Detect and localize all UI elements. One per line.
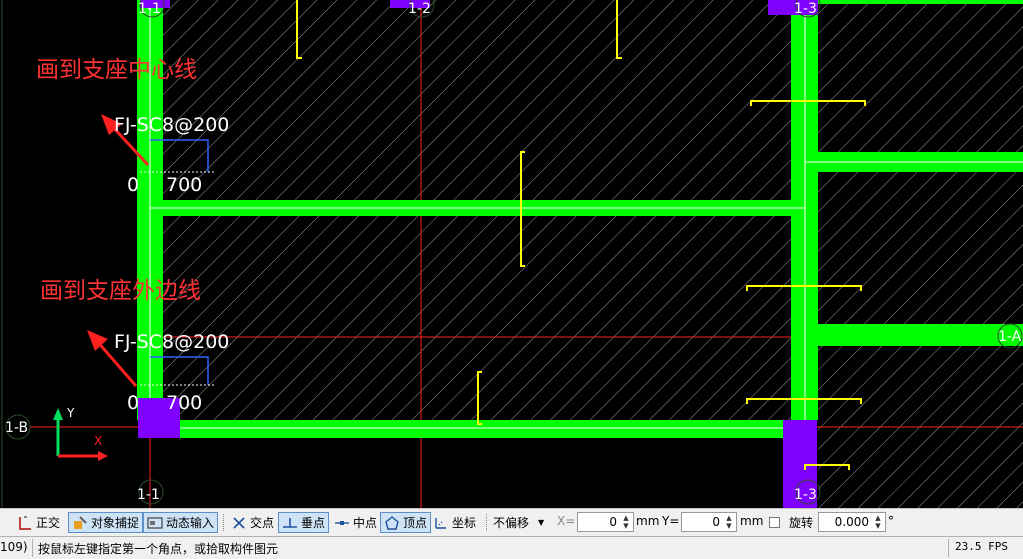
offset-mode-select[interactable]: 不偏移 ▼ [490,512,552,533]
osnap-icon [74,515,87,529]
svg-text:1-A: 1-A [998,329,1022,345]
perpendicular-icon [283,517,297,528]
rebar-dim-right-2: 700 [166,392,202,414]
svg-text:1-1: 1-1 [137,487,160,503]
ortho-label: 正交 [36,516,61,530]
osnap-label: 对象捕捉 [91,516,140,530]
beam-bottom-horizontal [163,420,785,438]
perpendicular-label: 垂点 [301,516,326,530]
rebar-dim-right-1: 700 [166,174,202,196]
dyn-input-label: 动态输入 [166,516,215,530]
status-fps: 23.5 FPS [955,540,1008,553]
rebar-label-1: FJ-SC8@200 [114,114,229,136]
svg-text:1-3: 1-3 [794,487,817,503]
x-spinner[interactable]: ▲ ▼ [620,514,632,530]
snap-toolbar: 正交 对象捕捉 动态输入 交点 垂点 中点 顶点 坐标 不偏移 ▼ X= 0 ▲… [0,508,1023,536]
rotate-spinner[interactable]: ▲ ▼ [872,514,884,530]
axis-bubble-1-b: 1-B [5,414,31,440]
slab-hatch-top-right [818,0,1023,152]
svg-text:X: X [94,434,102,448]
dyn-input-toggle[interactable]: 动态输入 [143,512,219,533]
coordinate-label: 坐标 [452,516,477,530]
rebar-label-2: FJ-SC8@200 [114,331,229,353]
rotate-input[interactable]: 0.000 ▲ ▼ [818,512,886,532]
y-unit: mm [740,514,764,528]
ortho-icon [19,515,31,530]
annotation-outer-line: 画到支座外边线 [40,278,201,304]
offset-mode-value: 不偏移 [493,516,530,530]
vertex-label: 顶点 [403,516,428,530]
slab-hatch-mid-right [818,172,1023,324]
osnap-toggle[interactable]: 对象捕捉 [68,512,144,533]
snap-intersection[interactable]: 交点 [228,512,277,533]
x-unit: mm [636,514,660,528]
slab-hatch-top-left [163,0,791,200]
status-divider [948,539,949,557]
svg-text:1-B: 1-B [5,420,28,436]
beam-right-top-edge [818,0,1023,4]
x-value: 0 [609,515,617,529]
rebar-dim-left-1: 0 [127,174,139,196]
intersection-label: 交点 [250,516,275,530]
toolbar-separator [486,514,487,531]
intersection-icon [233,516,245,529]
toolbar-separator [223,514,224,531]
x-label: X= [557,514,576,528]
axis-bubble-1-3-top: 1-3 [794,0,821,18]
ucs-icon: Y X [53,406,108,461]
status-coordinates: 109) [0,540,28,554]
y-value: 0 [712,515,720,529]
snap-perpendicular[interactable]: 垂点 [278,512,330,533]
rotate-value: 0.000 [834,515,869,529]
y-input[interactable]: 0 ▲ ▼ [681,512,737,532]
status-prompt: 按鼠标左键指定第一个角点，或拾取构件图元 [38,542,279,556]
midpoint-icon [335,520,349,525]
snap-coordinate[interactable]: 坐标 [430,512,479,533]
ortho-toggle[interactable]: 正交 [14,512,63,533]
rotate-label: 旋转 [789,516,814,530]
y-label: Y= [662,514,680,528]
midpoint-label: 中点 [353,516,378,530]
beam-right-mid [818,324,1023,346]
x-input[interactable]: 0 ▲ ▼ [577,512,634,532]
axis-bubble-1-1-top: 1-1 [138,0,165,18]
svg-text:1-1: 1-1 [138,1,161,17]
snap-vertex[interactable]: 顶点 [380,512,432,533]
status-bar: 109) 按鼠标左键指定第一个角点，或拾取构件图元 23.5 FPS [0,536,1023,559]
y-spinner[interactable]: ▲ ▼ [723,514,735,530]
annotation-center-line: 画到支座中心线 [36,57,197,83]
drawing-svg[interactable]: FJ-SC8@200 0 700 FJ-SC8@200 0 700 画到支座中心… [0,0,1023,508]
chevron-down-icon: ▼ [538,518,545,527]
coordinate-icon [435,517,446,529]
svg-text:1-3: 1-3 [794,1,817,17]
vertex-icon [385,515,399,530]
rotate-unit: ° [888,514,894,528]
status-divider [32,539,33,557]
svg-text:1-2: 1-2 [408,1,431,17]
svg-text:Y: Y [66,406,75,420]
dyn-input-icon [147,516,163,529]
rotate-checkbox[interactable] [769,517,780,528]
rebar-dim-left-2: 0 [127,392,139,414]
drawing-canvas[interactable]: FJ-SC8@200 0 700 FJ-SC8@200 0 700 画到支座中心… [0,0,1023,508]
axis-bubble-1-2-top: 1-2 [408,0,435,18]
snap-midpoint[interactable]: 中点 [331,512,380,533]
